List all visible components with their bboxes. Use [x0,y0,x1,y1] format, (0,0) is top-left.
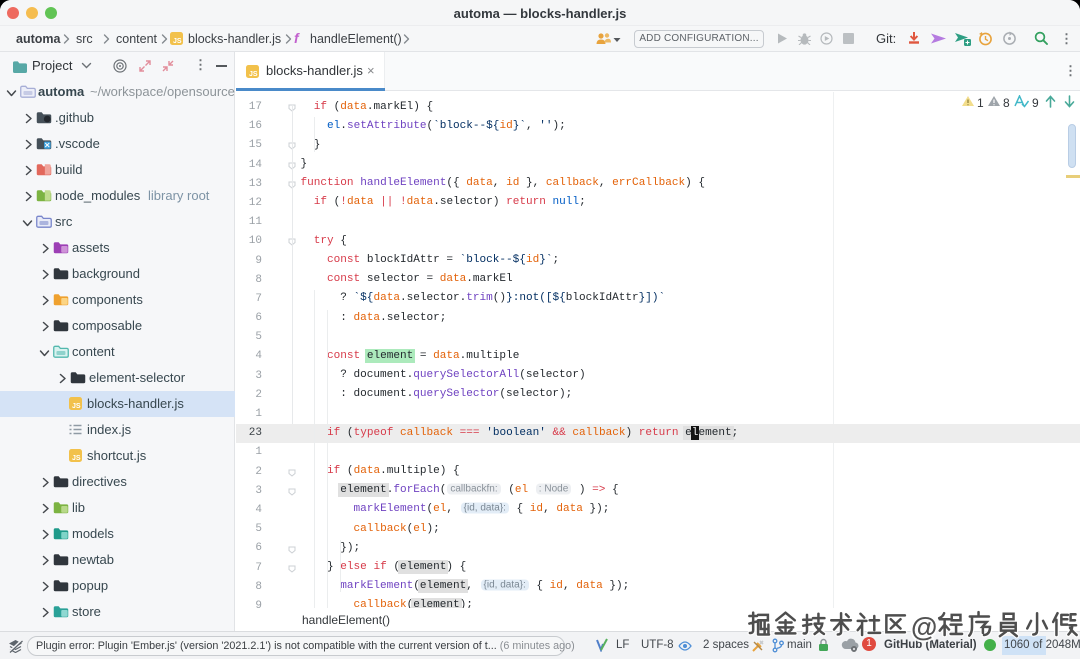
svg-text:@: @ [911,612,937,642]
